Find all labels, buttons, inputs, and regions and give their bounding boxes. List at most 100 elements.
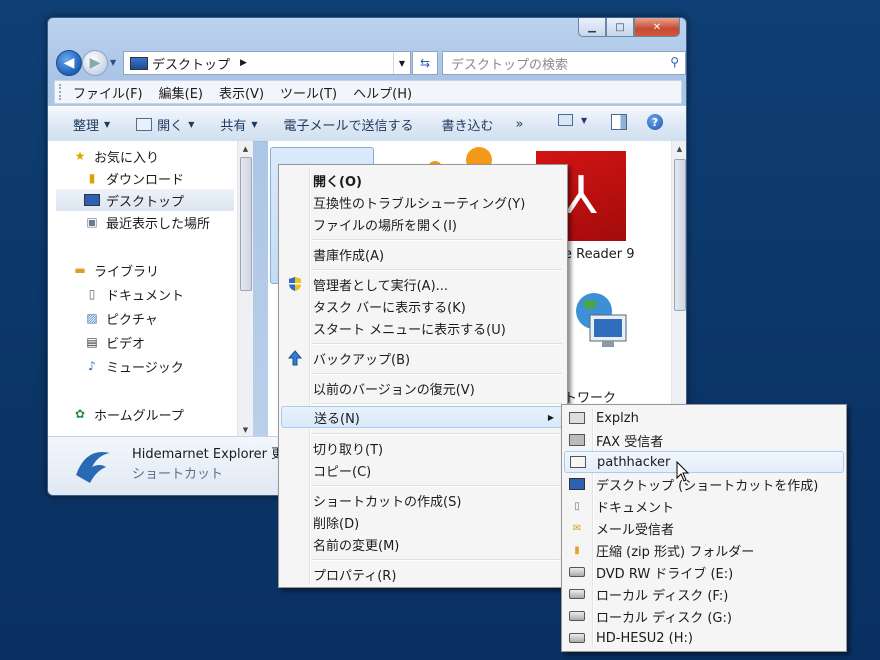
sendto-explzh[interactable]: Explzh <box>564 407 842 429</box>
sendto-local-f[interactable]: ローカル ディスク (F:) <box>564 583 842 605</box>
menu-label: 開く(O) <box>313 174 362 190</box>
breadcrumb-arrow-icon[interactable]: ▶ <box>240 58 247 68</box>
change-view-button[interactable]: ▼ <box>558 114 587 126</box>
menu-tools[interactable]: ツール(T) <box>280 83 337 102</box>
library-icon: ▬ <box>74 263 86 277</box>
help-icon[interactable]: ? <box>647 114 663 130</box>
menu-label: ローカル ディスク (F:) <box>596 588 729 604</box>
address-bar[interactable]: デスクトップ ▶ ▼ <box>123 51 411 75</box>
sendto-fax[interactable]: FAX 受信者 <box>564 429 842 451</box>
menu-item-open-location[interactable]: ファイルの場所を開く(I) <box>281 213 563 235</box>
menu-label: 書庫作成(A) <box>313 248 385 264</box>
menu-label: ショートカットの作成(S) <box>313 494 462 510</box>
menu-item-create-archive[interactable]: 書庫作成(A) <box>281 243 563 265</box>
document-icon: ▯ <box>88 287 96 301</box>
menu-item-pin-taskbar[interactable]: タスク バーに表示する(K) <box>281 295 563 317</box>
nav-label: お気に入り <box>94 150 160 166</box>
menu-label: 削除(D) <box>313 516 360 532</box>
nav-scrollbar[interactable]: ▲ ▼ <box>237 141 253 436</box>
nav-label: 最近表示した場所 <box>106 216 211 232</box>
menu-item-create-shortcut[interactable]: ショートカットの作成(S) <box>281 489 563 511</box>
nav-label: ピクチャ <box>106 312 158 328</box>
minimize-button[interactable]: ▁ <box>578 18 606 37</box>
explzh-icon <box>568 410 586 426</box>
search-icon[interactable]: ⚲ <box>670 55 679 69</box>
menu-item-delete[interactable]: 削除(D) <box>281 511 563 533</box>
nav-label: ミュージック <box>106 360 184 376</box>
file-label-adobe[interactable]: e Reader 9 <box>564 247 635 262</box>
sendto-documents[interactable]: ▯ ドキュメント <box>564 495 842 517</box>
hidemarnet-logo-icon <box>76 451 110 483</box>
more-commands-button[interactable]: » <box>516 117 524 132</box>
open-button[interactable]: 開く ▼ <box>136 115 194 134</box>
breadcrumb-desktop[interactable]: デスクトップ <box>152 54 230 73</box>
email-button[interactable]: 電子メールで送信する <box>284 115 414 134</box>
nav-favorites[interactable]: ★ お気に入り <box>72 145 258 167</box>
menu-edit[interactable]: 編集(E) <box>159 83 203 102</box>
menu-grip <box>59 84 65 100</box>
sendto-dvd[interactable]: DVD RW ドライブ (E:) <box>564 561 842 583</box>
content-scrollbar[interactable]: ▲ <box>671 141 686 436</box>
share-button[interactable]: 共有 ▼ <box>220 115 257 134</box>
menu-label: バックアップ(B) <box>313 352 411 368</box>
sendto-mail[interactable]: ✉ メール受信者 <box>564 517 842 539</box>
burn-button[interactable]: 書き込む <box>442 115 494 134</box>
menu-label: コピー(C) <box>313 464 372 480</box>
sendto-desktop-shortcut[interactable]: デスクトップ (ショートカットを作成) <box>564 473 842 495</box>
menu-item-send-to[interactable]: 送る(N) ▶ <box>281 406 565 428</box>
monitor-icon <box>130 56 148 70</box>
close-button[interactable]: ✕ <box>634 18 680 37</box>
nav-libraries[interactable]: ▬ ライブラリ <box>72 259 258 281</box>
menu-label: デスクトップ (ショートカットを作成) <box>596 478 819 494</box>
nav-label: ビデオ <box>106 336 146 352</box>
scroll-up-icon[interactable]: ▲ <box>672 145 686 153</box>
nav-desktop[interactable]: デスクトップ <box>56 189 234 211</box>
navigation-pane: ★ お気に入り ▮ ダウンロード デスクトップ ▣ 最近表示した場所 ▬ ライブ… <box>48 141 253 436</box>
recent-pages-dropdown-icon[interactable]: ▼ <box>110 58 116 67</box>
recent-places-icon: ▣ <box>86 215 98 229</box>
network-icon[interactable] <box>568 289 632 353</box>
forward-button[interactable]: ▶ <box>82 50 108 76</box>
organize-button[interactable]: 整理 ▼ <box>73 115 110 134</box>
menu-file[interactable]: ファイル(F) <box>73 83 143 102</box>
menu-item-copy[interactable]: コピー(C) <box>281 459 563 481</box>
menu-view[interactable]: 表示(V) <box>219 83 264 102</box>
sendto-hdhesu[interactable]: HD-HESU2 (H:) <box>564 627 842 649</box>
preview-pane-icon[interactable] <box>611 114 627 130</box>
menu-item-pin-start[interactable]: スタート メニューに表示する(U) <box>281 317 563 339</box>
scroll-down-icon[interactable]: ▼ <box>238 426 253 434</box>
pathhacker-icon <box>569 454 587 470</box>
menu-item-cut[interactable]: 切り取り(T) <box>281 437 563 459</box>
disk-drive-icon <box>568 630 586 646</box>
organize-label: 整理 <box>73 118 100 134</box>
back-button[interactable]: ◀ <box>56 50 82 76</box>
menu-item-rename[interactable]: 名前の変更(M) <box>281 533 563 555</box>
desktop-icon <box>568 476 586 492</box>
menu-label: 以前のバージョンの復元(V) <box>313 382 475 398</box>
scroll-thumb[interactable] <box>674 159 686 311</box>
refresh-button[interactable]: ⇆ <box>412 51 438 75</box>
menu-item-run-as-admin[interactable]: 管理者として実行(A)... <box>281 273 563 295</box>
menu-label: ドキュメント <box>596 500 675 516</box>
menu-item-restore-previous[interactable]: 以前のバージョンの復元(V) <box>281 377 563 399</box>
document-icon: ▯ <box>574 500 580 512</box>
menu-item-backup[interactable]: バックアップ(B) <box>281 347 563 369</box>
sendto-zip[interactable]: ▮ 圧縮 (zip 形式) フォルダー <box>564 539 842 561</box>
open-label: 開く <box>157 118 184 134</box>
menu-help[interactable]: ヘルプ(H) <box>353 83 412 102</box>
nav-label: ドキュメント <box>106 288 185 304</box>
sendto-local-g[interactable]: ローカル ディスク (G:) <box>564 605 842 627</box>
sendto-pathhacker[interactable]: pathhacker <box>564 451 844 473</box>
search-box[interactable]: デスクトップの検索 ⚲ <box>442 51 686 75</box>
nav-homegroup[interactable]: ✿ ホームグループ <box>72 403 258 425</box>
menu-label: 送る(N) <box>314 411 360 427</box>
open-icon <box>136 117 153 131</box>
maximize-button[interactable]: □ <box>606 18 634 37</box>
menu-item-troubleshoot[interactable]: 互換性のトラブルシューティング(Y) <box>281 191 563 213</box>
scroll-up-icon[interactable]: ▲ <box>238 145 253 153</box>
address-dropdown-icon[interactable]: ▼ <box>393 52 410 74</box>
menu-item-open[interactable]: 開く(O) <box>281 169 563 191</box>
scroll-thumb[interactable] <box>240 157 252 291</box>
menu-item-properties[interactable]: プロパティ(R) <box>281 563 563 585</box>
menu-label: スタート メニューに表示する(U) <box>313 322 506 338</box>
